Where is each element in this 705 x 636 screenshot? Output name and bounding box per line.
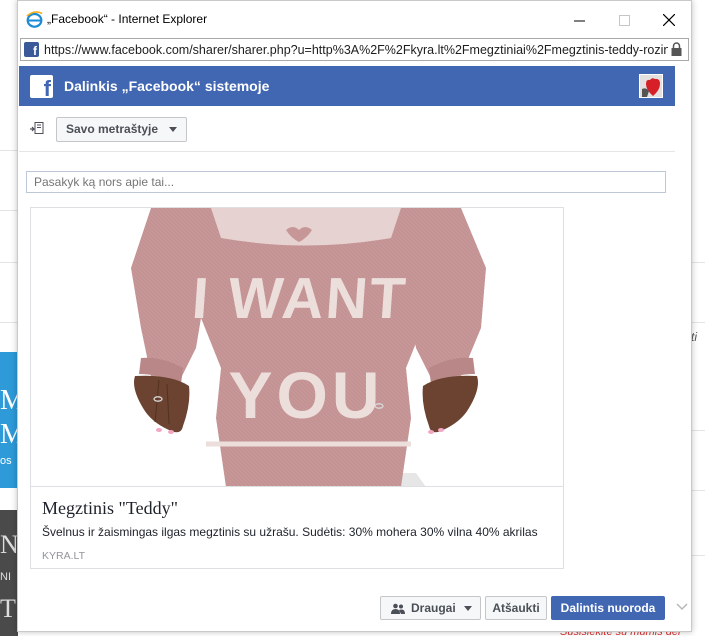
chevron-down-icon [464, 606, 472, 611]
background-text: MA [0, 419, 17, 450]
sweater-text-line1: I WANT [190, 266, 409, 331]
dialog-title: Dalinkis „Facebook“ sistemoje [64, 78, 270, 94]
background-text: os [0, 455, 12, 467]
share-destination-label: Savo metraštyje [66, 122, 159, 136]
internet-explorer-icon [26, 11, 43, 28]
close-icon [663, 14, 675, 26]
cancel-button[interactable]: Atšaukti [485, 596, 547, 620]
background-text: ti [691, 330, 697, 344]
share-destination-icon [30, 122, 44, 134]
maximize-button [609, 7, 639, 33]
audience-label: Draugai [411, 601, 456, 615]
header-divider [19, 151, 675, 152]
bg-divider [0, 262, 18, 263]
background-text: NI [0, 571, 11, 583]
bg-divider [690, 490, 705, 491]
scroll-down-arrow-icon[interactable] [676, 601, 688, 613]
avatar[interactable] [639, 74, 663, 98]
bg-divider [0, 322, 18, 323]
minimize-icon [573, 20, 585, 21]
window-titlebar[interactable]: „Facebook“ - Internet Explorer [18, 1, 691, 37]
url-text[interactable]: https://www.facebook.com/sharer/sharer.p… [44, 43, 668, 57]
share-destination-dropdown[interactable]: Savo metraštyje [56, 117, 188, 142]
preview-image[interactable]: I WANT YOU [31, 208, 563, 487]
address-bar[interactable]: f https://www.facebook.com/sharer/sharer… [20, 38, 689, 61]
preview-domain: KYRA.LT [42, 550, 85, 562]
maximize-icon [618, 14, 630, 26]
close-window-button[interactable] [654, 7, 684, 33]
minimize-button[interactable] [564, 7, 594, 33]
audience-selector-button[interactable]: Draugai [380, 596, 481, 620]
lock-icon[interactable] [671, 42, 682, 56]
bg-divider [690, 322, 705, 323]
friends-icon [391, 603, 405, 614]
bg-divider [690, 555, 705, 556]
comment-input[interactable] [26, 171, 666, 193]
bg-divider [0, 210, 18, 211]
avatar-image [640, 75, 662, 97]
link-preview-card[interactable]: I WANT YOU Megztinis "Teddy" Švelnus ir … [30, 207, 564, 569]
window-title: „Facebook“ - Internet Explorer [47, 12, 208, 26]
sweater-text-line2: YOU [228, 358, 383, 432]
preview-description: Švelnus ir žaismingas ilgas megztinis su… [42, 525, 538, 539]
chevron-down-icon [169, 127, 178, 132]
facebook-logo-icon: f [30, 75, 53, 101]
bg-divider [690, 262, 705, 263]
bg-divider [690, 430, 705, 431]
ie-window: „Facebook“ - Internet Explorer f https:/… [17, 0, 692, 632]
sweater-photo: I WANT YOU [31, 208, 563, 486]
background-text: N [0, 530, 17, 559]
dialog-header: f Dalinkis „Facebook“ sistemoje [19, 66, 675, 106]
bg-divider [0, 150, 18, 151]
facebook-favicon-icon: f [24, 42, 39, 58]
preview-title[interactable]: Megztinis "Teddy" [42, 498, 178, 519]
share-link-button[interactable]: Dalintis nuoroda [551, 596, 665, 620]
background-text: M [0, 385, 17, 416]
background-text: T [0, 594, 16, 623]
